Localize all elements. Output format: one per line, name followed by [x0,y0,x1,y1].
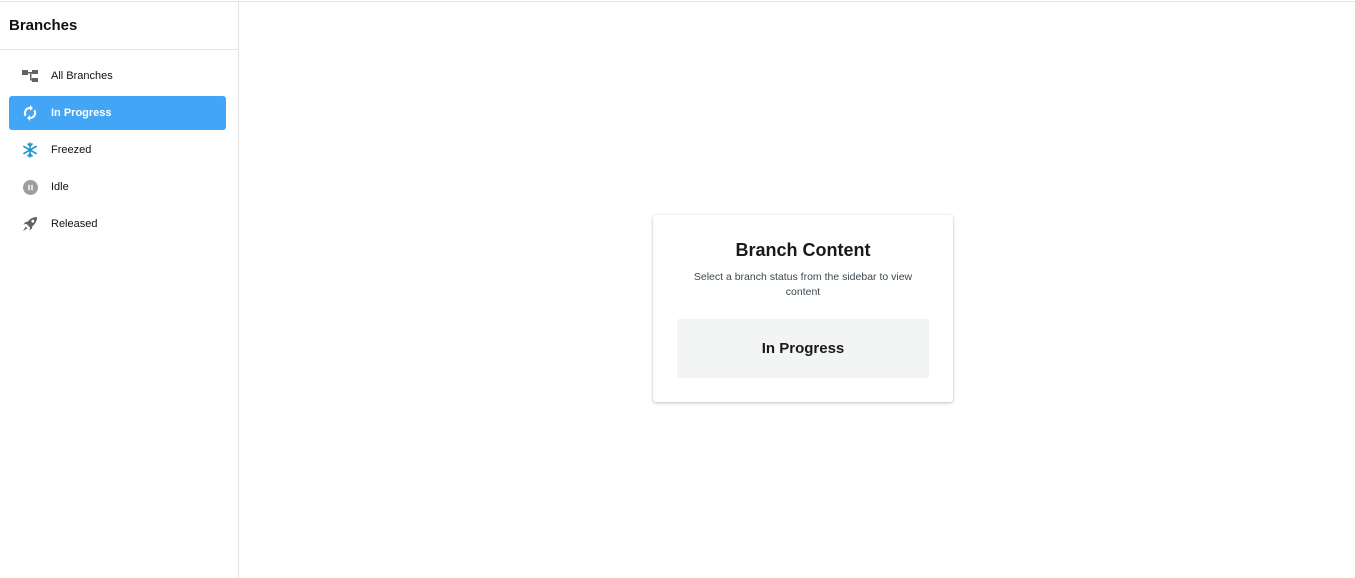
card-subtitle: Select a branch status from the sidebar … [693,271,913,298]
sidebar-item-label: Released [51,218,98,230]
sidebar-item-in-progress[interactable]: In Progress [9,96,226,130]
sidebar-item-label: Freezed [51,144,92,156]
sidebar-item-label: In Progress [51,107,112,119]
sidebar-item-released[interactable]: Released [9,207,226,241]
sidebar: Branches All Branches In Progress Freeze… [0,2,239,578]
card-title: Branch Content [735,240,871,260]
pause-circle-icon [9,179,51,195]
sidebar-item-label: All Branches [51,70,113,82]
selected-status-display: In Progress [677,319,929,378]
sidebar-nav: All Branches In Progress Freezed Idle Re… [0,50,238,241]
main-content: Branch Content Select a branch status fr… [239,2,1355,578]
sidebar-item-freezed[interactable]: Freezed [9,133,226,167]
branch-content-card: Branch Content Select a branch status fr… [653,215,953,402]
sidebar-item-idle[interactable]: Idle [9,170,226,204]
sidebar-item-all-branches[interactable]: All Branches [9,59,226,93]
sidebar-header: Branches [0,2,238,50]
branches-icon [9,69,51,83]
sidebar-item-label: Idle [51,181,69,193]
sync-icon [9,105,51,121]
rocket-icon [9,216,51,232]
snowflake-icon [9,142,51,158]
sidebar-title: Branches [9,17,78,34]
